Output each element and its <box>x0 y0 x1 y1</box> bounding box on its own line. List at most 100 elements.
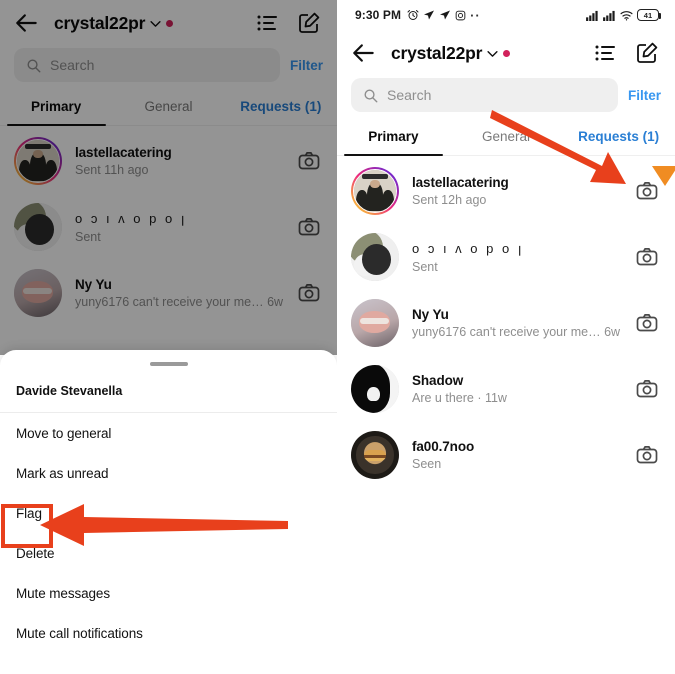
camera-icon[interactable] <box>297 215 321 239</box>
right-search-row: Search Filter <box>337 74 675 120</box>
unread-dot <box>166 19 174 27</box>
chat-text: o ɔ ı ʌ o p o ꞁ Sent <box>75 211 284 244</box>
menu-item-flag[interactable]: Flag <box>0 493 337 533</box>
camera-icon[interactable] <box>635 311 659 335</box>
sheet-user-name: Davide Stevanella <box>0 366 337 413</box>
compose-edit-icon[interactable] <box>635 41 659 65</box>
chat-name: o ɔ ı ʌ o p o ꞁ <box>75 210 187 226</box>
chat-row[interactable]: fa00.7noo Seen <box>337 422 675 488</box>
camera-icon[interactable] <box>297 149 321 173</box>
status-bar: 9:30 PM ·· 41 <box>337 0 675 30</box>
tab-general[interactable]: General <box>450 120 563 155</box>
menu-item-mute-messages[interactable]: Mute messages <box>0 573 337 613</box>
chat-name: lastellacatering <box>75 145 172 160</box>
threads-list-icon[interactable] <box>593 41 617 65</box>
back-arrow-icon[interactable] <box>351 40 377 66</box>
filter-button[interactable]: Filter <box>290 58 323 73</box>
menu-item-mark-as-unread[interactable]: Mark as unread <box>0 453 337 493</box>
chat-name: fa00.7noo <box>412 439 475 454</box>
back-arrow-icon[interactable] <box>14 10 40 36</box>
chevron-down-icon <box>487 50 498 57</box>
menu-item-delete[interactable]: Delete <box>0 533 337 573</box>
chat-preview: Sent <box>75 229 101 244</box>
chat-preview: Sent <box>412 259 438 274</box>
chat-text: lastellacatering Sent 11h ago <box>75 145 284 177</box>
chat-name: lastellacatering <box>412 175 509 190</box>
chat-row[interactable]: lastellacatering Sent 12h ago <box>337 158 675 224</box>
search-icon <box>27 59 41 72</box>
chat-preview: Seen <box>412 457 442 471</box>
search-icon <box>364 89 378 102</box>
search-input[interactable]: Search <box>14 48 280 82</box>
chat-text: lastellacatering Sent 12h ago <box>412 175 622 207</box>
account-switcher[interactable]: crystal22pr <box>54 12 174 34</box>
chat-preview: Are u there · 11w <box>412 391 507 405</box>
send-icon <box>423 9 435 21</box>
chat-row[interactable]: Shadow Are u there · 11w <box>337 356 675 422</box>
camera-icon[interactable] <box>635 179 659 203</box>
status-more-dots: ·· <box>470 7 481 23</box>
avatar[interactable] <box>14 203 62 251</box>
account-name: crystal22pr <box>391 42 483 63</box>
search-placeholder: Search <box>387 87 432 103</box>
battery-indicator: 41 <box>637 9 662 21</box>
avatar[interactable] <box>351 431 399 479</box>
tab-primary[interactable]: Primary <box>0 90 112 126</box>
tab-requests[interactable]: Requests (1) <box>562 120 675 155</box>
filter-button[interactable]: Filter <box>628 88 661 103</box>
menu-item-move-to-general[interactable]: Move to general <box>0 413 337 453</box>
avatar[interactable] <box>351 233 399 281</box>
avatar[interactable] <box>14 269 62 317</box>
chat-row[interactable]: o ɔ ı ʌ o p o ꞁ Sent <box>337 224 675 290</box>
chat-text: Shadow Are u there · 11w <box>412 373 622 405</box>
right-app-header: crystal22pr <box>337 30 675 74</box>
unread-dot <box>503 49 511 57</box>
chat-row[interactable]: Ny Yu yuny6176 can't receive your me… 6w <box>337 290 675 356</box>
account-switcher[interactable]: crystal22pr <box>391 42 511 64</box>
chat-preview: yuny6176 can't receive your me… 6w <box>412 325 621 339</box>
chat-row[interactable]: o ɔ ı ʌ o p o ꞁ Sent <box>0 194 337 260</box>
camera-icon[interactable] <box>635 443 659 467</box>
status-bar-right: 41 <box>586 9 662 21</box>
account-name: crystal22pr <box>54 12 146 33</box>
avatar[interactable] <box>351 167 399 215</box>
instagram-icon <box>455 10 466 21</box>
conversation-options-sheet: Davide Stevanella Move to general Mark a… <box>0 350 337 674</box>
right-chat-list: lastellacatering Sent 12h ago o ɔ ı ʌ o p … <box>337 156 675 488</box>
camera-icon[interactable] <box>297 281 321 305</box>
chat-name: Ny Yu <box>412 307 449 322</box>
tab-general[interactable]: General <box>112 90 224 125</box>
chat-preview: yuny6176 can't receive your me… 6w <box>75 295 284 309</box>
tab-primary[interactable]: Primary <box>337 120 450 156</box>
chat-text: o ɔ ı ʌ o p o ꞁ Sent <box>412 241 622 274</box>
menu-item-mute-call-notifications[interactable]: Mute call notifications <box>0 613 337 653</box>
chat-row[interactable]: lastellacatering Sent 11h ago <box>0 128 337 194</box>
left-search-row: Search Filter <box>0 44 337 90</box>
chat-row[interactable]: Ny Yu yuny6176 can't receive your me… 6w <box>0 260 337 326</box>
screenshot-root: crystal22pr Search Filter Primary Genera… <box>0 0 675 674</box>
right-tabs: Primary General Requests (1) <box>337 120 675 156</box>
chat-text: fa00.7noo Seen <box>412 439 622 471</box>
alarm-icon <box>407 9 419 21</box>
camera-icon[interactable] <box>635 377 659 401</box>
left-app-header: crystal22pr <box>0 0 337 44</box>
signal-bars-icon <box>586 10 599 21</box>
avatar[interactable] <box>351 299 399 347</box>
compose-edit-icon[interactable] <box>297 11 321 35</box>
right-header-actions <box>593 41 659 65</box>
threads-list-icon[interactable] <box>255 11 279 35</box>
right-phone-panel: 9:30 PM ·· 41 crystal22pr Search Filter … <box>337 0 675 674</box>
send-icon <box>439 9 451 21</box>
avatar[interactable] <box>14 137 62 185</box>
search-placeholder: Search <box>50 57 95 73</box>
left-tabs: Primary General Requests (1) <box>0 90 337 126</box>
tab-requests[interactable]: Requests (1) <box>225 90 337 125</box>
wifi-icon <box>620 10 633 21</box>
chevron-down-icon <box>150 20 161 27</box>
chat-text: Ny Yu yuny6176 can't receive your me… 6w <box>75 277 284 309</box>
status-time: 9:30 PM <box>355 8 402 22</box>
camera-icon[interactable] <box>635 245 659 269</box>
avatar[interactable] <box>351 365 399 413</box>
search-input[interactable]: Search <box>351 78 618 112</box>
chat-name: Shadow <box>412 373 464 388</box>
